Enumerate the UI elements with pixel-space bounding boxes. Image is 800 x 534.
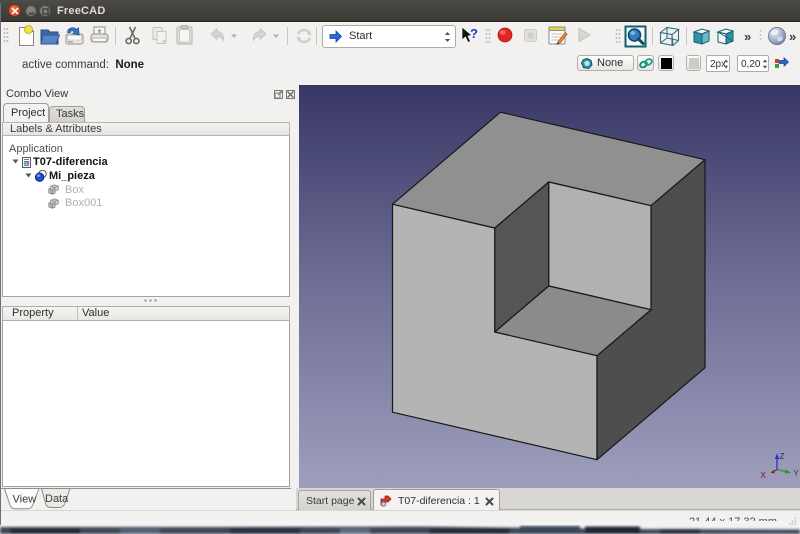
svg-text:Data: Data [45, 493, 69, 505]
svg-text:View: View [13, 494, 37, 506]
svg-text:?: ? [470, 26, 478, 41]
svg-text:Z: Z [780, 452, 785, 461]
svg-text:X: X [761, 471, 767, 480]
svg-text:Y: Y [794, 469, 800, 478]
